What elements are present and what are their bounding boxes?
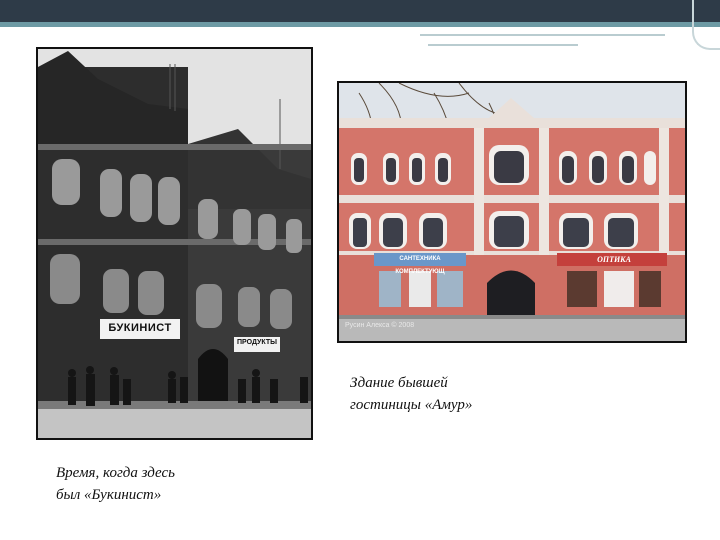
produkty-sign: ПРОДУКТЫ xyxy=(237,339,277,346)
caption-left: Время, когда здесь был «Букинист» xyxy=(56,462,175,506)
caption-right-line2: гостиницы «Амур» xyxy=(350,397,473,413)
building-color-illustration xyxy=(339,83,685,341)
building-bw-illustration xyxy=(38,49,311,438)
top-banner xyxy=(0,0,720,22)
caption-left-line1: Время, когда здесь xyxy=(56,465,175,481)
photo-credit: Русин Алекса © 2008 xyxy=(345,322,415,329)
bukinist-sign: БУКИНИСТ xyxy=(108,322,172,334)
decorative-line xyxy=(428,44,578,46)
caption-right-line1: Здание бывшей xyxy=(350,375,448,391)
decorative-corner xyxy=(692,0,720,50)
modern-photo: САНТЕХНИКА КОМПЛЕКТУЮЩ ОПТИКА Русин Алек… xyxy=(337,81,687,343)
caption-left-line2: был «Букинист» xyxy=(56,487,162,503)
top-accent-stripe xyxy=(0,22,720,27)
historical-photo: БУКИНИСТ ПРОДУКТЫ xyxy=(36,47,313,440)
optics-sign: ОПТИКА xyxy=(597,255,631,264)
decorative-line xyxy=(420,34,665,36)
caption-right: Здание бывшей гостиницы «Амур» xyxy=(350,372,472,416)
plumbing-sign: САНТЕХНИКА КОМПЛЕКТУЮЩ xyxy=(395,256,445,275)
